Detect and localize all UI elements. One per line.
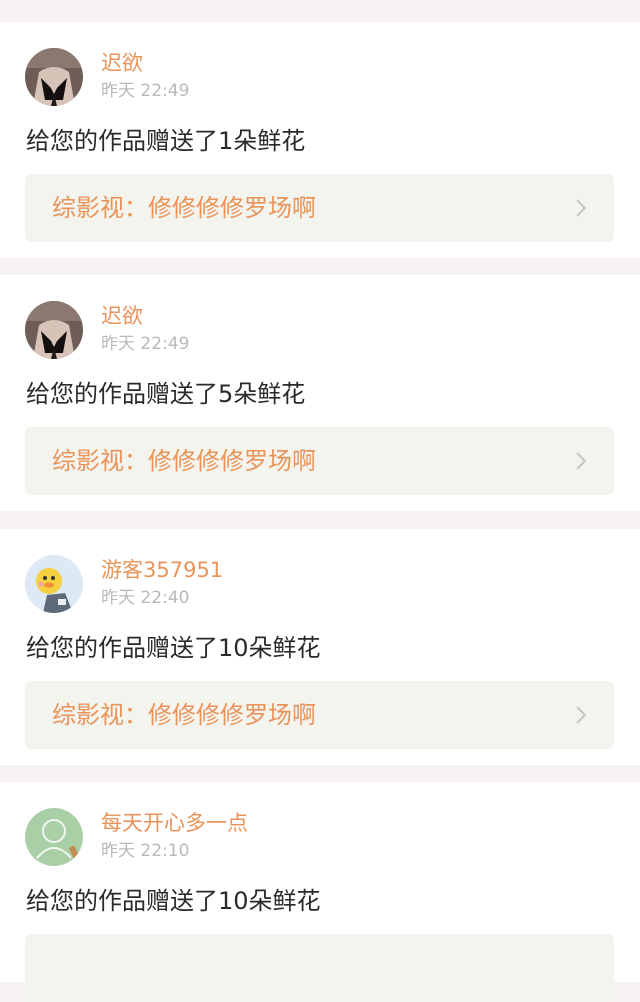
work-link[interactable]: 综影视：修修修修罗场啊	[25, 174, 614, 242]
username[interactable]: 迟欲	[101, 50, 143, 76]
gift-notification-card: 迟欲 昨天 22:49 给您的作品赠送了5朵鲜花 综影视：修修修修罗场啊	[0, 275, 640, 511]
work-link[interactable]: 综影视：修修修修罗场啊	[25, 681, 614, 749]
username[interactable]: 迟欲	[101, 303, 143, 329]
work-title: 综影视：修修修修罗场啊	[52, 447, 316, 475]
dark-portrait-avatar-icon	[25, 301, 83, 359]
user-avatar[interactable]	[25, 808, 83, 866]
work-link[interactable]	[25, 934, 614, 1002]
notification-feed: 迟欲 昨天 22:49 给您的作品赠送了1朵鲜花 综影视：修修修修罗场啊 迟欲 …	[0, 0, 640, 1002]
gift-message: 给您的作品赠送了1朵鲜花	[26, 127, 306, 155]
gift-message: 给您的作品赠送了5朵鲜花	[26, 380, 306, 408]
timestamp: 昨天 22:10	[101, 841, 190, 861]
timestamp: 昨天 22:49	[101, 334, 190, 354]
work-link[interactable]: 综影视：修修修修罗场啊	[25, 427, 614, 495]
work-title: 综影视：修修修修罗场啊	[52, 194, 316, 222]
timestamp: 昨天 22:49	[101, 81, 190, 101]
user-avatar[interactable]	[25, 48, 83, 106]
timestamp: 昨天 22:40	[101, 588, 190, 608]
gift-notification-card: 每天开心多一点 昨天 22:10 给您的作品赠送了10朵鲜花	[0, 782, 640, 1002]
username[interactable]: 游客357951	[101, 557, 223, 583]
duck-guest-avatar-icon	[25, 555, 83, 613]
top-separator	[0, 0, 640, 22]
gift-message: 给您的作品赠送了10朵鲜花	[26, 887, 321, 915]
gift-notification-card: 迟欲 昨天 22:49 给您的作品赠送了1朵鲜花 综影视：修修修修罗场啊	[0, 22, 640, 258]
green-chalkboard-avatar-icon	[25, 808, 83, 866]
gift-message: 给您的作品赠送了10朵鲜花	[26, 634, 321, 662]
work-title: 综影视：修修修修罗场啊	[52, 701, 316, 729]
chevron-right-icon	[576, 706, 587, 724]
username[interactable]: 每天开心多一点	[101, 810, 248, 836]
user-avatar[interactable]	[25, 301, 83, 359]
user-avatar[interactable]	[25, 555, 83, 613]
chevron-right-icon	[576, 452, 587, 470]
dark-portrait-avatar-icon	[25, 48, 83, 106]
chevron-right-icon	[576, 199, 587, 217]
gift-notification-card: 游客357951 昨天 22:40 给您的作品赠送了10朵鲜花 综影视：修修修修…	[0, 529, 640, 765]
